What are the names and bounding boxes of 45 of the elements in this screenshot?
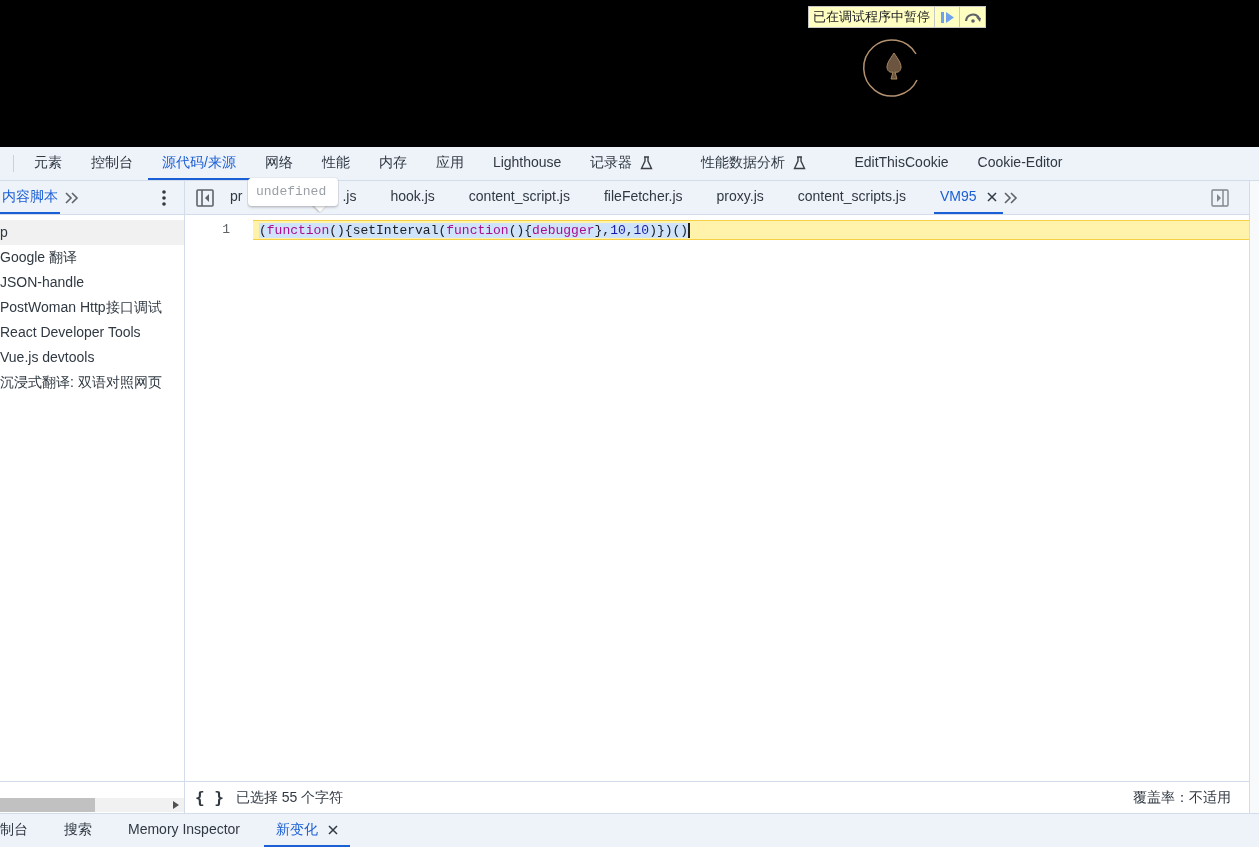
panel-tab[interactable]: 记录器 [576, 147, 668, 180]
panel-tab[interactable]: Cookie-Editor [963, 147, 1077, 180]
more-files-icon[interactable] [1002, 190, 1019, 205]
panel-tab[interactable]: 内存 [364, 147, 421, 180]
panel-tab[interactable]: 性能 [307, 147, 364, 180]
step-over-icon [963, 11, 982, 23]
drawer-tab[interactable]: 新变化 [264, 814, 351, 847]
panel-toggle-icon[interactable] [1211, 188, 1229, 207]
file-tab[interactable]: proxy.js [710, 181, 770, 214]
more-tabs-icon[interactable] [64, 190, 80, 205]
file-tab[interactable]: content_scripts.js [791, 181, 912, 214]
drawer-tab[interactable]: 搜索 [52, 814, 104, 847]
tree-item[interactable]: Google 翻译 [0, 245, 184, 270]
coverage-status: 覆盖率：不适用 [1133, 788, 1231, 807]
panel-tab[interactable]: 网络 [250, 147, 307, 180]
tree-item[interactable]: p [0, 220, 184, 245]
paused-message: 已在调试程序中暂停 [809, 7, 935, 27]
more-options-icon[interactable] [162, 189, 166, 206]
panel-tab[interactable]: 控制台 [77, 147, 147, 180]
file-tab[interactable]: fileFetcher.js [598, 181, 689, 214]
pretty-print-icon[interactable]: { } [195, 785, 224, 810]
tree-item[interactable]: PostWoman Http接口调试 [0, 295, 184, 320]
panel-tab[interactable]: 元素 [20, 147, 76, 180]
panel-tab[interactable]: Lighthouse [478, 147, 576, 180]
close-icon[interactable] [328, 824, 339, 835]
close-icon[interactable] [986, 191, 997, 202]
file-tab[interactable]: content_script.js [462, 181, 576, 214]
tree-item[interactable]: Vue.js devtools [0, 345, 184, 370]
drawer-tab[interactable]: 制台 [0, 814, 40, 847]
panel-tab[interactable]: 性能数据分析 [687, 147, 821, 180]
tree-item[interactable]: 沉浸式翻译: 双语对照网页 [0, 370, 184, 395]
file-tab[interactable]: hook.js [384, 181, 441, 214]
tooltip: undefined [247, 177, 339, 213]
file-tab[interactable]: VM95 [933, 181, 1003, 214]
sidebar-toggle-icon[interactable] [196, 188, 214, 207]
selection-status: 已选择 55 个字符 [235, 788, 344, 807]
line-number: 1 [221, 221, 231, 240]
tree-item[interactable]: JSON-handle [0, 270, 184, 295]
tree-item[interactable]: React Developer Tools [0, 320, 184, 345]
scroll-right-icon[interactable] [173, 801, 179, 809]
resume-icon [940, 11, 954, 23]
drawer-tab[interactable]: Memory Inspector [116, 814, 253, 847]
panel-tab[interactable]: 应用 [421, 147, 478, 180]
panel-tab[interactable]: EditThisCookie [840, 147, 963, 180]
horizontal-scrollbar[interactable] [0, 798, 184, 812]
